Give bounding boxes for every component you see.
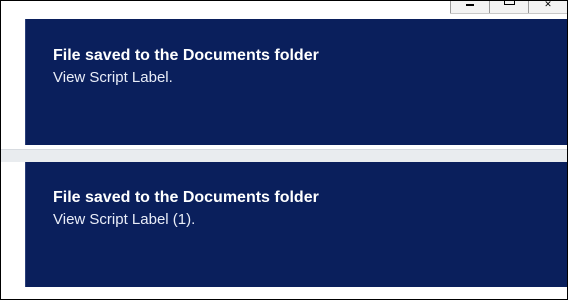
maximize-icon [503, 1, 515, 5]
toast-message: View Script Label (1). [53, 211, 196, 228]
toast-title: File saved to the Documents folder [53, 189, 319, 206]
toast-title: File saved to the Documents folder [53, 47, 319, 64]
close-button[interactable]: ✕ [528, 1, 567, 13]
close-icon: ✕ [544, 0, 552, 9]
toast-message: View Script Label. [53, 69, 173, 86]
minimize-button[interactable] [450, 1, 489, 13]
maximize-button[interactable] [489, 1, 528, 13]
toast-notification[interactable]: File saved to the Documents folder View … [25, 162, 567, 287]
window-controls: ✕ [450, 1, 567, 14]
screenshot-frame: ✕ File saved to the Documents folder Vie… [0, 0, 568, 300]
toast-notification[interactable]: File saved to the Documents folder View … [25, 19, 567, 145]
background-strip [1, 149, 567, 162]
minimize-icon [466, 4, 474, 6]
